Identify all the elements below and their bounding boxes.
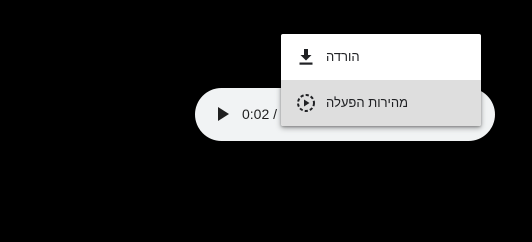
page-background: 0:02 / הורדה מהירות הפעלה: [0, 0, 532, 242]
menu-item-label: הורדה: [326, 49, 360, 64]
download-icon: [295, 46, 317, 68]
menu-item-download[interactable]: הורדה: [281, 34, 481, 80]
play-icon: [218, 107, 229, 121]
context-menu: הורדה מהירות הפעלה: [281, 34, 481, 126]
play-button[interactable]: [211, 102, 235, 126]
menu-item-playback-speed[interactable]: מהירות הפעלה: [281, 80, 481, 126]
menu-item-label: מהירות הפעלה: [326, 95, 409, 110]
time-display: 0:02 /: [242, 106, 278, 122]
playback-speed-icon: [295, 92, 317, 114]
